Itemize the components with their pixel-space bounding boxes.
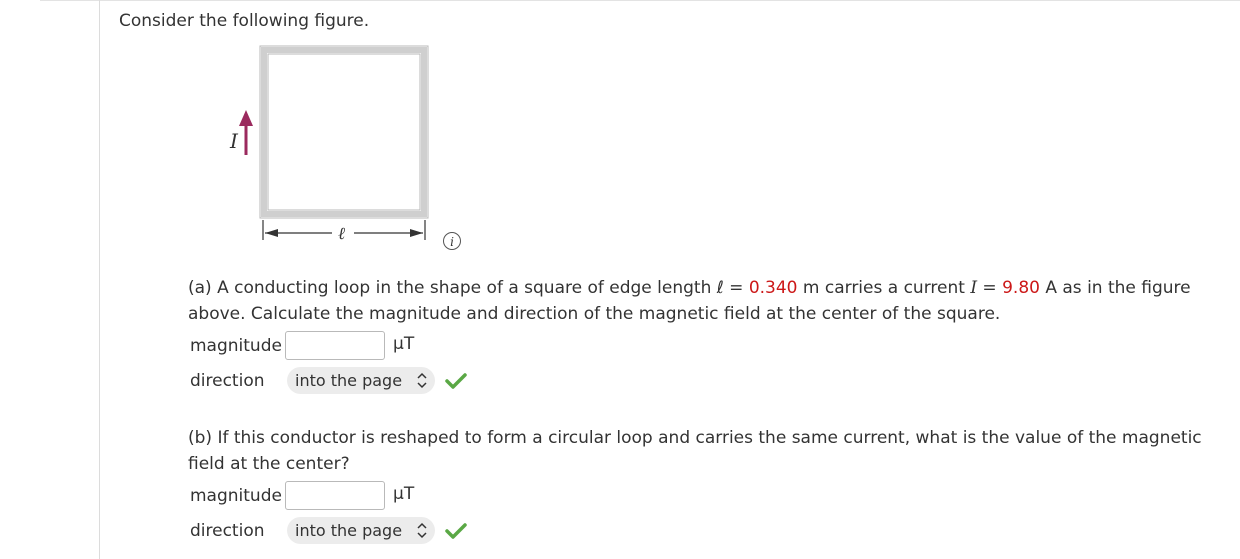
info-icon[interactable]: i bbox=[443, 232, 461, 250]
part-a-question: (a) A conducting loop in the shape of a … bbox=[188, 275, 1228, 327]
length-value: 0.340 bbox=[748, 278, 798, 298]
square-loop bbox=[261, 47, 427, 217]
part-a-text-3: A as in the figure bbox=[1039, 278, 1191, 298]
current-arrow bbox=[239, 110, 253, 155]
part-a-direction-select[interactable]: into the page bbox=[287, 367, 435, 394]
square-loop-figure: I ℓ bbox=[229, 45, 429, 244]
equals-sign: = bbox=[977, 278, 1003, 298]
intro-text: Consider the following figure. bbox=[119, 11, 370, 31]
checkmark-icon bbox=[445, 373, 467, 389]
checkmark-icon bbox=[445, 523, 467, 539]
part-b-direction-label: direction bbox=[190, 521, 265, 541]
part-a-direction-label: direction bbox=[190, 371, 265, 391]
part-a-text-2: m carries a current bbox=[797, 278, 971, 298]
part-b-unit: μT bbox=[393, 484, 415, 504]
part-b-question: (b) If this conductor is reshaped to for… bbox=[188, 425, 1228, 477]
part-b-text-1: (b) If this conductor is reshaped to for… bbox=[188, 428, 1202, 448]
part-a-text-1: (a) A conducting loop in the shape of a … bbox=[188, 278, 749, 298]
current-value: 9.80 bbox=[1002, 278, 1040, 298]
part-a-text-4: above. Calculate the magnitude and direc… bbox=[188, 304, 1001, 324]
chevron-updown-icon bbox=[417, 517, 427, 554]
part-b-text-2: field at the center? bbox=[188, 454, 350, 474]
part-a-unit: μT bbox=[393, 334, 415, 354]
part-b-magnitude-input[interactable] bbox=[285, 481, 385, 510]
part-b-direction-value: into the page bbox=[295, 521, 403, 540]
top-divider bbox=[40, 0, 1240, 1]
part-a-direction-value: into the page bbox=[295, 371, 403, 390]
left-divider bbox=[99, 0, 100, 559]
current-symbol: I bbox=[229, 129, 239, 153]
part-a-magnitude-label: magnitude bbox=[190, 336, 282, 356]
part-b-direction-select[interactable]: into the page bbox=[287, 517, 435, 544]
part-a-magnitude-input[interactable] bbox=[285, 331, 385, 360]
part-b-magnitude-label: magnitude bbox=[190, 486, 282, 506]
chevron-updown-icon bbox=[417, 367, 427, 404]
length-symbol: ℓ bbox=[338, 224, 345, 244]
